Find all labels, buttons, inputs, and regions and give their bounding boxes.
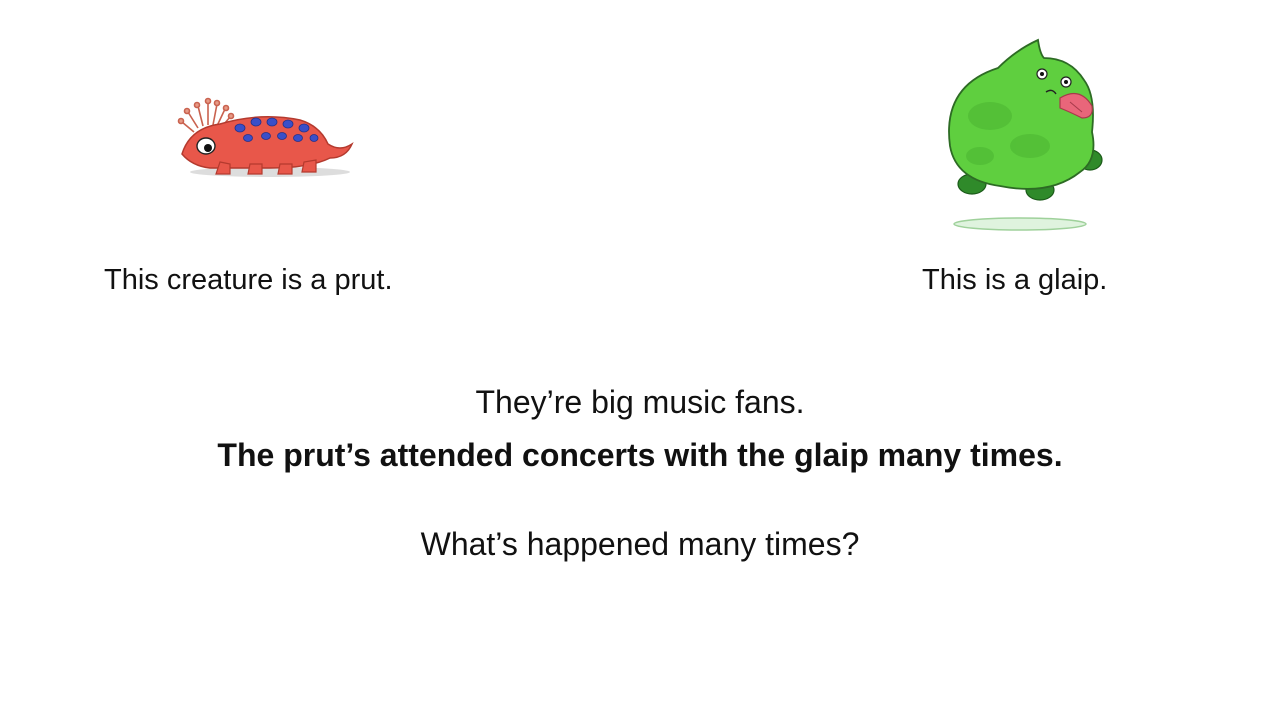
glaip-caption: This is a glaip.	[922, 264, 1108, 296]
target-sentence: The prut’s attended concerts with the gl…	[217, 437, 1063, 473]
prut-creature-icon	[177, 97, 354, 177]
prut-caption: This creature is a prut.	[104, 264, 393, 296]
question-text: What’s happened many times?	[420, 526, 860, 562]
glaip-creature-icon	[948, 38, 1103, 231]
context-sentence: They’re big music fans.	[475, 384, 805, 420]
slide: This creature is a prut. This is a glaip…	[0, 0, 1280, 720]
